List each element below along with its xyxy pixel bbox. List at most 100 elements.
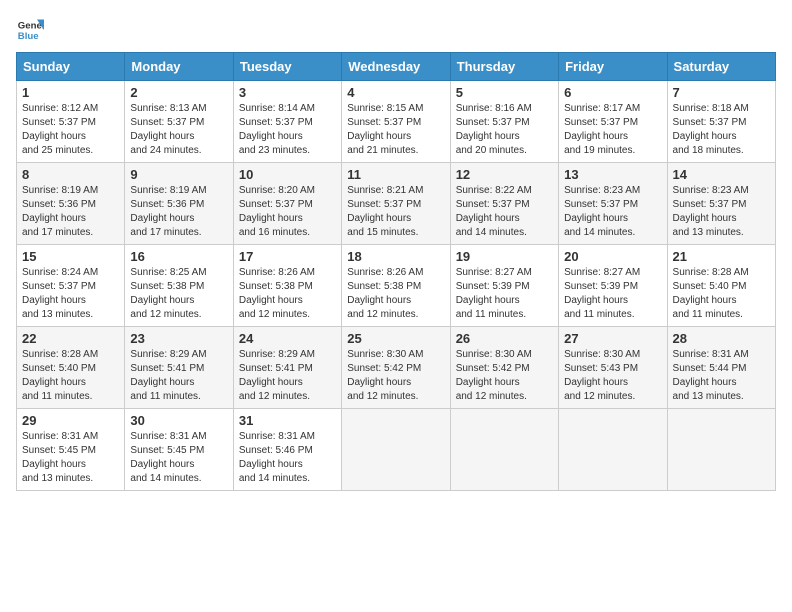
day-info-22: Sunrise: 8:28 AM Sunset: 5:40 PM Dayligh… <box>22 348 119 404</box>
calendar-body: 1 Sunrise: 8:12 AM Sunset: 5:37 PM Dayli… <box>17 81 776 491</box>
weekday-header-wednesday: Wednesday <box>342 53 450 81</box>
weekday-header-thursday: Thursday <box>450 53 558 81</box>
calendar-day-7: 7 Sunrise: 8:18 AM Sunset: 5:37 PM Dayli… <box>667 81 775 163</box>
day-number-14: 14 <box>673 167 770 182</box>
calendar-day-20: 20 Sunrise: 8:27 AM Sunset: 5:39 PM Dayl… <box>559 245 667 327</box>
day-number-24: 24 <box>239 331 336 346</box>
day-info-30: Sunrise: 8:31 AM Sunset: 5:45 PM Dayligh… <box>130 430 227 486</box>
day-number-15: 15 <box>22 249 119 264</box>
day-number-30: 30 <box>130 413 227 428</box>
calendar-day-empty <box>450 409 558 491</box>
weekday-header-tuesday: Tuesday <box>233 53 341 81</box>
calendar-day-empty <box>342 409 450 491</box>
day-info-11: Sunrise: 8:21 AM Sunset: 5:37 PM Dayligh… <box>347 184 444 240</box>
calendar-day-4: 4 Sunrise: 8:15 AM Sunset: 5:37 PM Dayli… <box>342 81 450 163</box>
day-info-24: Sunrise: 8:29 AM Sunset: 5:41 PM Dayligh… <box>239 348 336 404</box>
day-number-4: 4 <box>347 85 444 100</box>
day-info-28: Sunrise: 8:31 AM Sunset: 5:44 PM Dayligh… <box>673 348 770 404</box>
day-number-9: 9 <box>130 167 227 182</box>
svg-text:Blue: Blue <box>18 31 39 42</box>
day-info-15: Sunrise: 8:24 AM Sunset: 5:37 PM Dayligh… <box>22 266 119 322</box>
day-info-13: Sunrise: 8:23 AM Sunset: 5:37 PM Dayligh… <box>564 184 661 240</box>
page-header: General Blue <box>16 16 776 44</box>
calendar-table: SundayMondayTuesdayWednesdayThursdayFrid… <box>16 52 776 491</box>
day-info-27: Sunrise: 8:30 AM Sunset: 5:43 PM Dayligh… <box>564 348 661 404</box>
day-info-17: Sunrise: 8:26 AM Sunset: 5:38 PM Dayligh… <box>239 266 336 322</box>
day-info-25: Sunrise: 8:30 AM Sunset: 5:42 PM Dayligh… <box>347 348 444 404</box>
day-number-19: 19 <box>456 249 553 264</box>
day-info-6: Sunrise: 8:17 AM Sunset: 5:37 PM Dayligh… <box>564 102 661 158</box>
day-number-7: 7 <box>673 85 770 100</box>
calendar-day-2: 2 Sunrise: 8:13 AM Sunset: 5:37 PM Dayli… <box>125 81 233 163</box>
day-info-12: Sunrise: 8:22 AM Sunset: 5:37 PM Dayligh… <box>456 184 553 240</box>
day-info-9: Sunrise: 8:19 AM Sunset: 5:36 PM Dayligh… <box>130 184 227 240</box>
day-info-26: Sunrise: 8:30 AM Sunset: 5:42 PM Dayligh… <box>456 348 553 404</box>
calendar-week-3: 15 Sunrise: 8:24 AM Sunset: 5:37 PM Dayl… <box>17 245 776 327</box>
day-info-23: Sunrise: 8:29 AM Sunset: 5:41 PM Dayligh… <box>130 348 227 404</box>
calendar-day-16: 16 Sunrise: 8:25 AM Sunset: 5:38 PM Dayl… <box>125 245 233 327</box>
calendar-day-21: 21 Sunrise: 8:28 AM Sunset: 5:40 PM Dayl… <box>667 245 775 327</box>
day-info-8: Sunrise: 8:19 AM Sunset: 5:36 PM Dayligh… <box>22 184 119 240</box>
calendar-day-5: 5 Sunrise: 8:16 AM Sunset: 5:37 PM Dayli… <box>450 81 558 163</box>
calendar-day-12: 12 Sunrise: 8:22 AM Sunset: 5:37 PM Dayl… <box>450 163 558 245</box>
day-number-16: 16 <box>130 249 227 264</box>
day-number-11: 11 <box>347 167 444 182</box>
logo: General Blue <box>16 16 44 44</box>
calendar-day-31: 31 Sunrise: 8:31 AM Sunset: 5:46 PM Dayl… <box>233 409 341 491</box>
weekday-header-sunday: Sunday <box>17 53 125 81</box>
weekday-header-saturday: Saturday <box>667 53 775 81</box>
weekday-header-monday: Monday <box>125 53 233 81</box>
day-info-29: Sunrise: 8:31 AM Sunset: 5:45 PM Dayligh… <box>22 430 119 486</box>
day-number-18: 18 <box>347 249 444 264</box>
calendar-day-1: 1 Sunrise: 8:12 AM Sunset: 5:37 PM Dayli… <box>17 81 125 163</box>
calendar-day-3: 3 Sunrise: 8:14 AM Sunset: 5:37 PM Dayli… <box>233 81 341 163</box>
calendar-day-empty <box>559 409 667 491</box>
calendar-day-10: 10 Sunrise: 8:20 AM Sunset: 5:37 PM Dayl… <box>233 163 341 245</box>
day-info-2: Sunrise: 8:13 AM Sunset: 5:37 PM Dayligh… <box>130 102 227 158</box>
day-number-5: 5 <box>456 85 553 100</box>
calendar-day-empty <box>667 409 775 491</box>
day-info-4: Sunrise: 8:15 AM Sunset: 5:37 PM Dayligh… <box>347 102 444 158</box>
day-number-3: 3 <box>239 85 336 100</box>
calendar-day-25: 25 Sunrise: 8:30 AM Sunset: 5:42 PM Dayl… <box>342 327 450 409</box>
day-info-14: Sunrise: 8:23 AM Sunset: 5:37 PM Dayligh… <box>673 184 770 240</box>
day-number-17: 17 <box>239 249 336 264</box>
day-info-1: Sunrise: 8:12 AM Sunset: 5:37 PM Dayligh… <box>22 102 119 158</box>
day-info-18: Sunrise: 8:26 AM Sunset: 5:38 PM Dayligh… <box>347 266 444 322</box>
calendar-day-14: 14 Sunrise: 8:23 AM Sunset: 5:37 PM Dayl… <box>667 163 775 245</box>
calendar-day-9: 9 Sunrise: 8:19 AM Sunset: 5:36 PM Dayli… <box>125 163 233 245</box>
day-number-26: 26 <box>456 331 553 346</box>
day-info-3: Sunrise: 8:14 AM Sunset: 5:37 PM Dayligh… <box>239 102 336 158</box>
day-number-6: 6 <box>564 85 661 100</box>
day-info-31: Sunrise: 8:31 AM Sunset: 5:46 PM Dayligh… <box>239 430 336 486</box>
weekday-header-row: SundayMondayTuesdayWednesdayThursdayFrid… <box>17 53 776 81</box>
calendar-day-8: 8 Sunrise: 8:19 AM Sunset: 5:36 PM Dayli… <box>17 163 125 245</box>
day-info-21: Sunrise: 8:28 AM Sunset: 5:40 PM Dayligh… <box>673 266 770 322</box>
day-number-23: 23 <box>130 331 227 346</box>
day-number-25: 25 <box>347 331 444 346</box>
calendar-day-22: 22 Sunrise: 8:28 AM Sunset: 5:40 PM Dayl… <box>17 327 125 409</box>
day-number-1: 1 <box>22 85 119 100</box>
calendar-week-4: 22 Sunrise: 8:28 AM Sunset: 5:40 PM Dayl… <box>17 327 776 409</box>
day-number-2: 2 <box>130 85 227 100</box>
day-info-7: Sunrise: 8:18 AM Sunset: 5:37 PM Dayligh… <box>673 102 770 158</box>
logo-icon: General Blue <box>16 16 44 44</box>
calendar-day-30: 30 Sunrise: 8:31 AM Sunset: 5:45 PM Dayl… <box>125 409 233 491</box>
calendar-day-27: 27 Sunrise: 8:30 AM Sunset: 5:43 PM Dayl… <box>559 327 667 409</box>
day-number-12: 12 <box>456 167 553 182</box>
calendar-day-6: 6 Sunrise: 8:17 AM Sunset: 5:37 PM Dayli… <box>559 81 667 163</box>
calendar-day-29: 29 Sunrise: 8:31 AM Sunset: 5:45 PM Dayl… <box>17 409 125 491</box>
calendar-day-13: 13 Sunrise: 8:23 AM Sunset: 5:37 PM Dayl… <box>559 163 667 245</box>
day-number-8: 8 <box>22 167 119 182</box>
day-number-13: 13 <box>564 167 661 182</box>
day-number-31: 31 <box>239 413 336 428</box>
day-info-10: Sunrise: 8:20 AM Sunset: 5:37 PM Dayligh… <box>239 184 336 240</box>
calendar-week-5: 29 Sunrise: 8:31 AM Sunset: 5:45 PM Dayl… <box>17 409 776 491</box>
calendar-day-28: 28 Sunrise: 8:31 AM Sunset: 5:44 PM Dayl… <box>667 327 775 409</box>
calendar-day-24: 24 Sunrise: 8:29 AM Sunset: 5:41 PM Dayl… <box>233 327 341 409</box>
calendar-day-15: 15 Sunrise: 8:24 AM Sunset: 5:37 PM Dayl… <box>17 245 125 327</box>
calendar-day-11: 11 Sunrise: 8:21 AM Sunset: 5:37 PM Dayl… <box>342 163 450 245</box>
day-info-19: Sunrise: 8:27 AM Sunset: 5:39 PM Dayligh… <box>456 266 553 322</box>
day-info-5: Sunrise: 8:16 AM Sunset: 5:37 PM Dayligh… <box>456 102 553 158</box>
day-number-22: 22 <box>22 331 119 346</box>
